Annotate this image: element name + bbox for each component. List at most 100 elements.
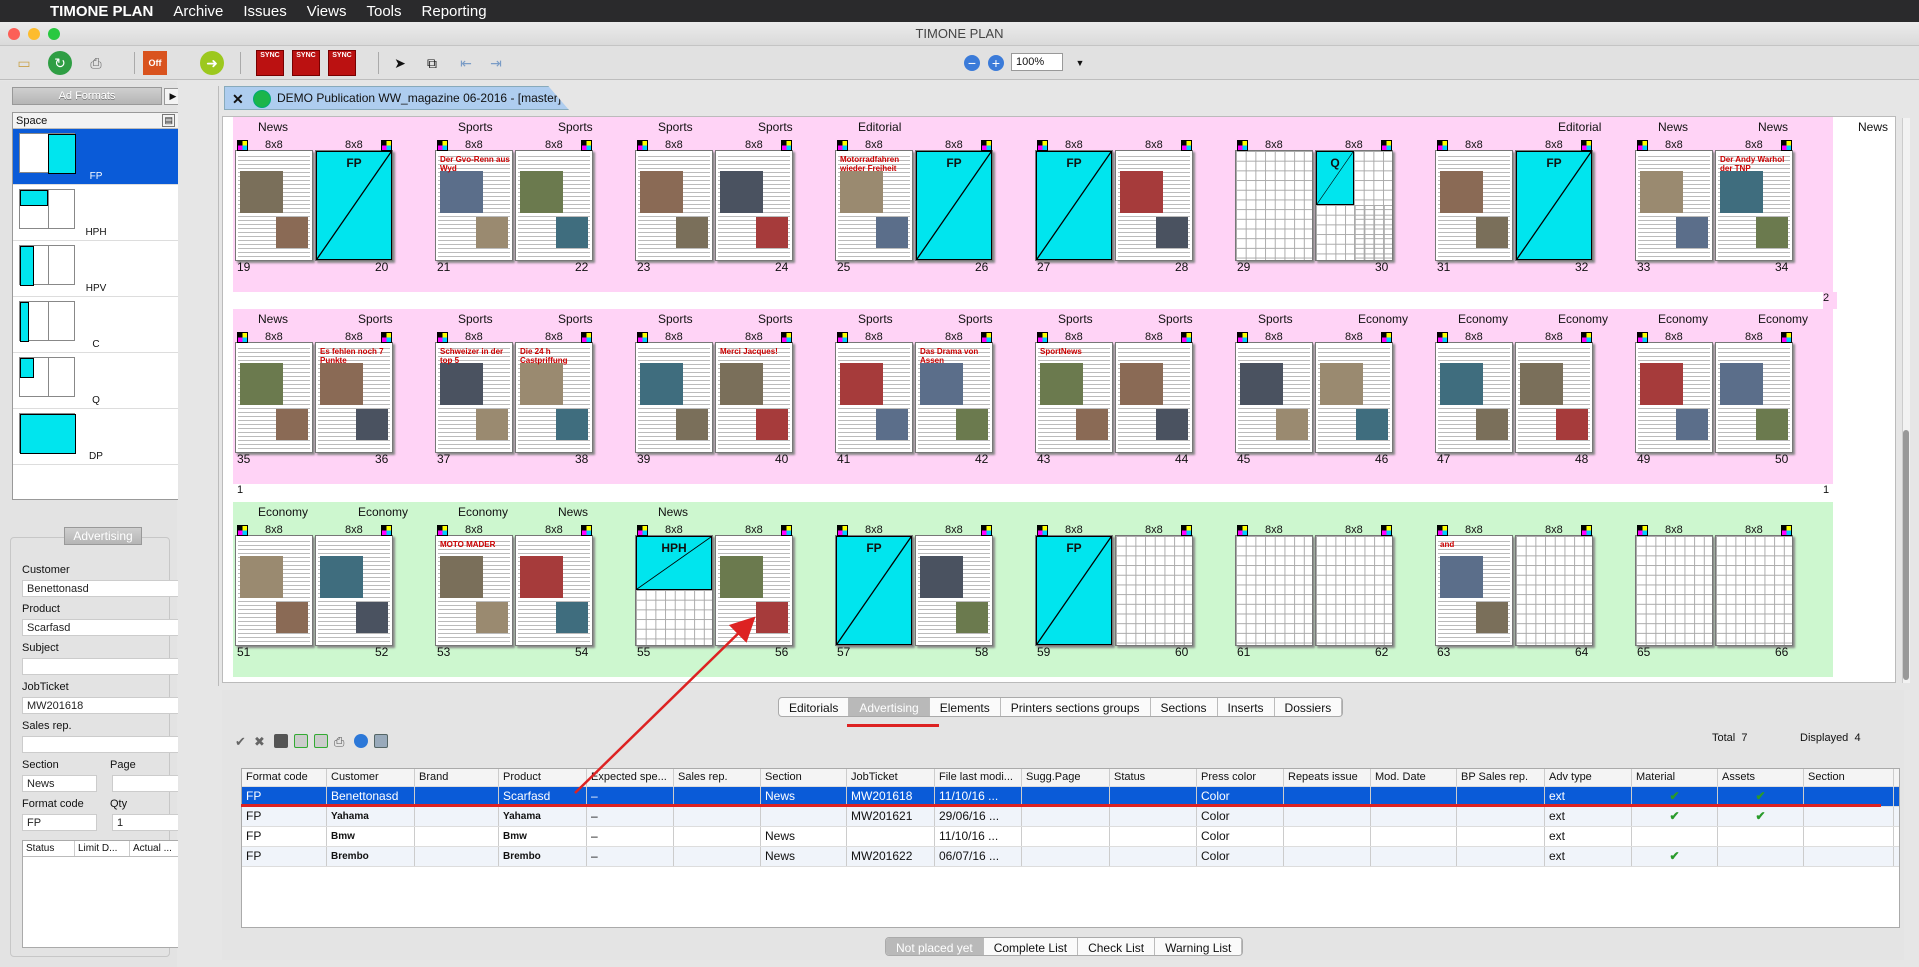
scroll-thumb[interactable] <box>1903 430 1909 680</box>
open-folder-icon[interactable]: ▭ <box>12 51 36 75</box>
document-tab[interactable]: DEMO Publication WW_magazine 06-2016 - [… <box>224 86 569 110</box>
page-41[interactable] <box>835 342 913 453</box>
page-60[interactable] <box>1115 535 1193 646</box>
page-65[interactable] <box>1635 535 1713 646</box>
column-header[interactable]: Brand <box>415 769 499 786</box>
close-tab-icon[interactable]: ✕ <box>232 91 244 108</box>
page-20[interactable]: FP <box>315 150 393 261</box>
off-button[interactable]: Off <box>143 51 167 75</box>
page-22[interactable] <box>515 150 593 261</box>
column-header[interactable]: Format code <box>242 769 327 786</box>
tab-sections[interactable]: Sections <box>1151 698 1218 716</box>
ad-fp-placement[interactable]: FP <box>316 151 392 260</box>
format-q[interactable]: Q <box>13 353 179 409</box>
page-39[interactable] <box>635 342 713 453</box>
format-dp[interactable]: DP <box>13 409 179 465</box>
edit-icon[interactable] <box>274 734 288 748</box>
app-menu[interactable]: TIMONE PLAN <box>50 3 153 20</box>
tab-elements[interactable]: Elements <box>930 698 1001 716</box>
column-header[interactable]: Press color <box>1197 769 1284 786</box>
tab-editorials[interactable]: Editorials <box>779 698 850 716</box>
page-53[interactable]: MOTO MADER <box>435 535 513 646</box>
tab-printers-sections-groups[interactable]: Printers sections groups <box>1001 698 1151 716</box>
ad-fp-placement[interactable]: FP <box>1516 151 1592 260</box>
tab-warning-list[interactable]: Warning List <box>1155 938 1243 955</box>
page-61[interactable] <box>1235 535 1313 646</box>
page-42[interactable]: Das Drama von Assen <box>915 342 993 453</box>
page-48[interactable] <box>1515 342 1593 453</box>
page-31[interactable] <box>1435 150 1513 261</box>
menu-tools[interactable]: Tools <box>366 3 401 20</box>
column-header[interactable]: Section <box>1804 769 1894 786</box>
page-52[interactable] <box>315 535 393 646</box>
column-menu-icon[interactable]: ▤ <box>162 114 175 127</box>
ad-fp-placement[interactable]: FP <box>1036 536 1112 645</box>
sync-out-button[interactable]: SYNC <box>292 50 320 76</box>
page-55[interactable]: HPH <box>635 535 713 646</box>
minimize-window-button[interactable] <box>28 28 40 40</box>
page-51[interactable] <box>235 535 313 646</box>
table-row[interactable]: FP Brembo Brembo – News MW201622 06/07/16 ... C… <box>242 847 1899 867</box>
format-hpv[interactable]: HPV <box>13 241 179 297</box>
format-c[interactable]: C <box>13 297 179 353</box>
format-fp[interactable]: FP <box>13 129 179 185</box>
ad-fp-placement[interactable]: FP <box>916 151 992 260</box>
page-46[interactable] <box>1315 342 1393 453</box>
sync-in-button[interactable]: SYNC <box>256 50 284 76</box>
ad-formats-header[interactable]: Ad Formats <box>12 87 162 105</box>
zoom-out-icon[interactable]: − <box>964 55 980 71</box>
tab-advertising[interactable]: Advertising <box>849 698 930 716</box>
page-44[interactable] <box>1115 342 1193 453</box>
menu-views[interactable]: Views <box>307 3 347 20</box>
column-header[interactable]: Adv type <box>1545 769 1632 786</box>
salesrep-field[interactable] <box>22 736 181 753</box>
page-24[interactable] <box>715 150 793 261</box>
column-header[interactable]: Section <box>761 769 847 786</box>
page-27[interactable]: FP <box>1035 150 1113 261</box>
page-34[interactable]: Der Andy Warhol der TNP <box>1715 150 1793 261</box>
zoom-input[interactable]: 100% <box>1011 53 1063 71</box>
ad-fp-placement[interactable]: FP <box>836 536 912 645</box>
subject-field[interactable] <box>22 658 181 675</box>
check-icon[interactable]: ✔ <box>235 734 249 749</box>
add-copy-icon[interactable] <box>314 734 328 748</box>
page-47[interactable] <box>1435 342 1513 453</box>
zoom-window-button[interactable] <box>48 28 60 40</box>
zoom-dropdown-icon[interactable]: ▼ <box>1068 51 1092 75</box>
go-arrow-icon[interactable]: ➜ <box>200 51 224 75</box>
page-field[interactable] <box>112 775 181 792</box>
tab-complete-list[interactable]: Complete List <box>984 938 1079 955</box>
refresh-icon[interactable]: ↻ <box>48 51 72 75</box>
tab-dossiers[interactable]: Dossiers <box>1275 698 1343 716</box>
reject-icon[interactable]: ✖ <box>254 734 268 749</box>
sync-both-button[interactable]: SYNC <box>328 50 356 76</box>
page-32[interactable]: FP <box>1515 150 1593 261</box>
page-57[interactable]: FP <box>835 535 913 646</box>
page-59[interactable]: FP <box>1035 535 1113 646</box>
page-43[interactable]: SportNews <box>1035 342 1113 453</box>
move-left-icon[interactable]: ⇤ <box>454 51 478 75</box>
export-icon[interactable] <box>374 734 388 748</box>
section-field[interactable]: News <box>22 775 97 792</box>
zoom-in-icon[interactable]: + <box>988 55 1004 71</box>
ad-q-placement[interactable]: Q <box>1316 151 1354 205</box>
jobticket-field[interactable]: MW201618 <box>22 697 181 714</box>
page-38[interactable]: Die 24 h Castpriffung <box>515 342 593 453</box>
play-icon[interactable] <box>354 734 368 748</box>
splitter[interactable] <box>211 86 219 686</box>
menu-archive[interactable]: Archive <box>173 3 223 20</box>
page-40[interactable]: Merci Jacques! <box>715 342 793 453</box>
column-header[interactable]: Status <box>1110 769 1197 786</box>
page-23[interactable] <box>635 150 713 261</box>
table-row[interactable]: FP Yahama Yahama – MW201621 29/06/16 ... Color… <box>242 807 1899 827</box>
page-28[interactable] <box>1115 150 1193 261</box>
page-29[interactable] <box>1235 150 1313 261</box>
page-30[interactable]: Q <box>1315 150 1393 261</box>
column-header[interactable]: File last modi... <box>935 769 1022 786</box>
column-header[interactable]: Customer <box>327 769 415 786</box>
limit-col[interactable]: Limit D... <box>75 841 130 856</box>
column-header[interactable]: Sales rep. <box>674 769 761 786</box>
product-field[interactable]: Scarfasd <box>22 619 181 636</box>
column-header[interactable]: Assets <box>1718 769 1804 786</box>
page-21[interactable]: Der Gvo-Renn aus Wyd <box>435 150 513 261</box>
